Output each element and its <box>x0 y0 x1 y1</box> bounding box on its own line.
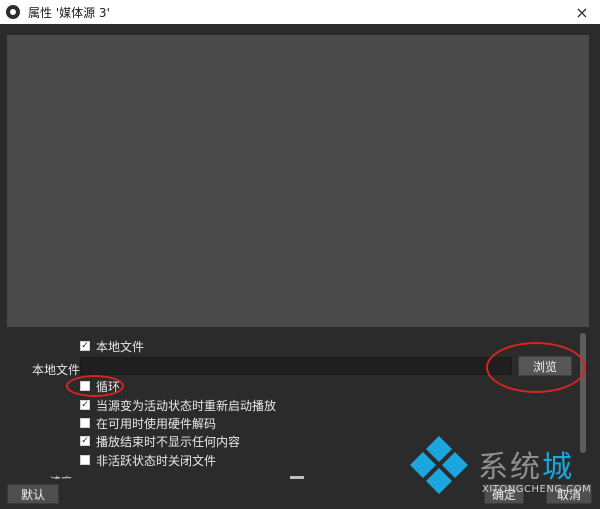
local-file-checkbox[interactable] <box>80 341 90 351</box>
source-preview <box>7 35 589 327</box>
hardware-decoding-option-row[interactable]: 在可用时使用硬件解码 <box>80 414 216 432</box>
window-title: 属性 '媒体源 3' <box>28 5 110 20</box>
close-file-inactive-option-row[interactable]: 非活跃状态时关闭文件 <box>80 451 216 469</box>
watermark: 系统城 XITONGCHENG.COM <box>408 434 598 506</box>
loop-checkbox[interactable] <box>80 381 90 391</box>
hardware-decoding-label: 在可用时使用硬件解码 <box>96 416 217 431</box>
close-file-inactive-checkbox[interactable] <box>80 455 90 465</box>
hide-on-end-option-row[interactable]: 播放结束时不显示任何内容 <box>80 432 240 450</box>
watermark-url: XITONGCHENG.COM <box>482 484 592 495</box>
close-button[interactable]: × <box>572 2 592 22</box>
title-bar: 属性 '媒体源 3' × <box>0 0 600 24</box>
browse-button[interactable]: 浏览 <box>518 356 572 376</box>
local-file-field-label: 本地文件 <box>32 363 81 377</box>
restart-playback-label: 当源变为活动状态时重新启动播放 <box>96 398 277 413</box>
local-file-checkbox-row[interactable]: 本地文件 <box>80 337 144 355</box>
obs-logo-icon <box>6 5 20 19</box>
local-file-checkbox-label: 本地文件 <box>96 339 145 354</box>
defaults-button[interactable]: 默认 <box>7 484 59 504</box>
restart-playback-checkbox[interactable] <box>80 400 90 410</box>
restart-playback-option-row[interactable]: 当源变为活动状态时重新启动播放 <box>80 396 276 414</box>
loop-label: 循环 <box>96 379 121 394</box>
watermark-text: 系统城 <box>478 450 574 485</box>
close-file-inactive-label: 非活跃状态时关闭文件 <box>96 453 217 468</box>
local-file-path-input[interactable] <box>80 357 512 375</box>
watermark-logo-icon <box>410 436 468 494</box>
hardware-decoding-checkbox[interactable] <box>80 418 90 428</box>
loop-option-row[interactable]: 循环 <box>80 377 120 395</box>
hide-on-end-checkbox[interactable] <box>80 436 90 446</box>
hide-on-end-label: 播放结束时不显示任何内容 <box>96 434 241 449</box>
